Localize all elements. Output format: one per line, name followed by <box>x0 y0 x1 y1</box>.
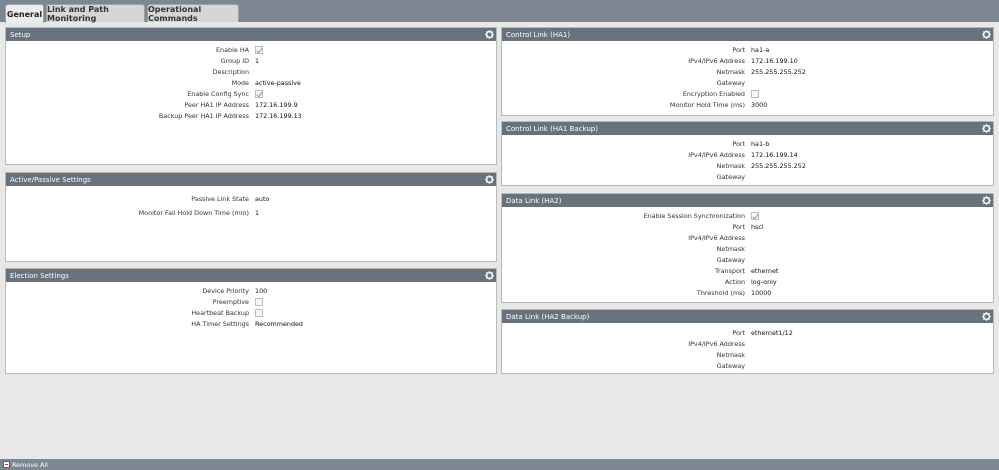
ha1-port-value: ha1-a <box>751 45 770 54</box>
field-label: Group ID <box>220 56 249 65</box>
panel-title: Active/Passive Settings <box>10 175 91 184</box>
field-label: Enable HA <box>216 45 249 54</box>
tab-general[interactable]: General <box>5 4 44 23</box>
field-label: IPv4/IPv6 Address <box>688 339 745 348</box>
field-label: Peer HA1 IP Address <box>184 100 249 109</box>
field-label: Backup Peer HA1 IP Address <box>158 111 249 120</box>
ha2-backup-port-value: ethernet1/12 <box>751 328 793 337</box>
field-label: Monitor Fail Hold Down Time (min) <box>138 209 249 217</box>
field-label: Description <box>212 67 249 76</box>
field-label: HA Timer Settings <box>191 319 249 328</box>
field-label: Netmask <box>716 67 745 76</box>
panel-title: Data Link (HA2 Backup) <box>506 312 590 321</box>
device-priority-value: 100 <box>255 286 268 295</box>
control-link-ha1-panel-header: Control Link (HA1) <box>502 28 993 41</box>
field-label: Port <box>732 45 745 54</box>
data-link-ha2-backup-panel: Data Link (HA2 Backup) Port ethernet1/12 … <box>501 309 994 374</box>
election-settings-panel: Election Settings Device Priority 100 Pre… <box>5 268 497 374</box>
field-label: Port <box>732 222 745 231</box>
ha-timer-value: Recommended <box>255 319 303 328</box>
control-link-ha1-backup-panel: Control Link (HA1 Backup) Port ha1-b IPv4… <box>501 121 994 186</box>
tab-operational-commands[interactable]: Operational Commands <box>147 4 239 23</box>
field-label: IPv4/IPv6 Address <box>688 233 745 242</box>
ha2-action-value: log-only <box>751 277 777 286</box>
mode-value: active-passive <box>255 78 301 87</box>
active-passive-panel: Active/Passive Settings Passive Link Sta… <box>5 172 497 262</box>
ha1-hold-time-value: 3000 <box>751 100 768 109</box>
ha2-transport-value: ethernet <box>751 266 779 275</box>
field-label: IPv4/IPv6 Address <box>688 150 745 159</box>
election-settings-panel-header: Election Settings <box>6 269 496 282</box>
field-label: Netmask <box>716 161 745 170</box>
panel-title: Election Settings <box>10 271 69 280</box>
field-label: Monitor Hold Time (ms) <box>669 100 745 109</box>
session-sync-checkbox[interactable] <box>751 211 759 220</box>
passive-link-state-value: auto <box>255 195 270 203</box>
active-passive-panel-header: Active/Passive Settings <box>6 173 496 186</box>
panel-title: Data Link (HA2) <box>506 196 562 205</box>
field-label: Netmask <box>716 350 745 359</box>
ha2-threshold-value: 10000 <box>751 288 772 297</box>
data-link-ha2-panel-header: Data Link (HA2) <box>502 194 993 207</box>
ha1-backup-netmask-value: 255.255.255.252 <box>751 161 806 170</box>
gear-icon[interactable] <box>980 310 993 323</box>
panel-title: Control Link (HA1 Backup) <box>506 124 598 133</box>
gear-icon[interactable] <box>483 28 496 41</box>
monitor-fail-hold-value: 1 <box>255 209 260 217</box>
field-label: Passive Link State <box>191 195 249 203</box>
ha1-ip-value: 172.16.199.10 <box>751 56 798 65</box>
gear-icon[interactable] <box>980 194 993 207</box>
data-link-ha2-backup-panel-header: Data Link (HA2 Backup) <box>502 310 993 323</box>
ha1-backup-port-value: ha1-b <box>751 139 770 148</box>
tab-link-and-path-monitoring[interactable]: Link and Path Monitoring <box>46 4 145 23</box>
heartbeat-backup-checkbox[interactable] <box>255 308 263 317</box>
field-label: Mode <box>231 78 249 87</box>
peer-ip-value: 172.16.199.9 <box>255 100 298 109</box>
remove-all-link[interactable]: Remove All <box>12 461 48 469</box>
gear-icon[interactable] <box>483 173 496 186</box>
field-label: Enable Session Synchronization <box>643 211 745 220</box>
panel-title: Setup <box>10 30 31 39</box>
field-label: Gateway <box>716 172 745 181</box>
control-link-ha1-panel: Control Link (HA1) Port ha1-a IPv4/IPv6 A… <box>501 27 994 116</box>
panel-title: Control Link (HA1) <box>506 30 571 39</box>
ha1-backup-ip-value: 172.16.199.14 <box>751 150 798 159</box>
field-label: Enable Config Sync <box>187 89 249 98</box>
group-id-value: 1 <box>255 56 260 65</box>
field-label: Port <box>732 139 745 148</box>
setup-panel: Setup Enable HA Group ID 1 Description Mo… <box>5 27 497 165</box>
enable-ha-checkbox[interactable] <box>255 45 263 54</box>
field-label: Action <box>724 277 745 286</box>
footer-bar: Remove All <box>0 459 999 470</box>
field-label: Transport <box>715 266 745 275</box>
field-label: IPv4/IPv6 Address <box>688 56 745 65</box>
ha2-port-value: hsci <box>751 222 764 231</box>
backup-peer-ip-value: 172.16.199.13 <box>255 111 302 120</box>
config-sync-checkbox[interactable] <box>255 89 263 98</box>
field-label: Gateway <box>716 255 745 264</box>
field-label: Netmask <box>716 244 745 253</box>
preemptive-checkbox[interactable] <box>255 297 263 306</box>
tab-bar: General Link and Path Monitoring Operati… <box>0 0 999 23</box>
ha1-netmask-value: 255.255.255.252 <box>751 67 806 76</box>
field-label: Gateway <box>716 78 745 87</box>
setup-panel-header: Setup <box>6 28 496 41</box>
field-label: Encryption Enabled <box>682 89 745 98</box>
gear-icon[interactable] <box>483 269 496 282</box>
control-link-ha1-backup-panel-header: Control Link (HA1 Backup) <box>502 122 993 135</box>
gear-icon[interactable] <box>980 122 993 135</box>
encryption-checkbox[interactable] <box>751 89 759 98</box>
data-link-ha2-panel: Data Link (HA2) Enable Session Synchroni… <box>501 193 994 303</box>
field-label: Port <box>732 328 745 337</box>
field-label: Gateway <box>716 361 745 370</box>
field-label: Threshold (ms) <box>696 288 745 297</box>
field-label: Device Priority <box>202 286 249 295</box>
gear-icon[interactable] <box>980 28 993 41</box>
field-label: Heartbeat Backup <box>191 308 249 317</box>
remove-all-icon[interactable] <box>3 461 10 468</box>
field-label: Preemptive <box>212 297 249 306</box>
